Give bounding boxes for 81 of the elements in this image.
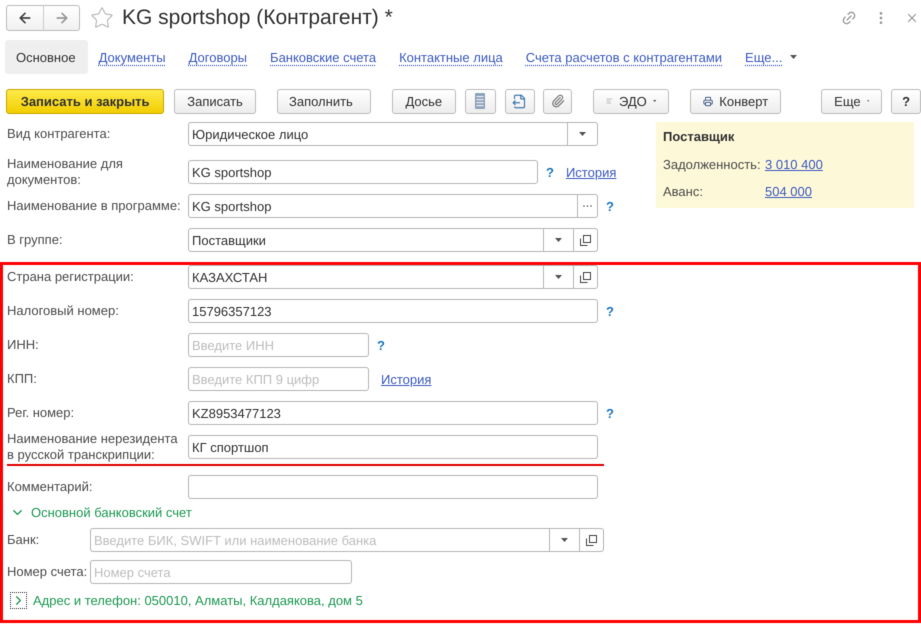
help-link[interactable]: ? xyxy=(546,164,554,180)
tab[interactable]: Банковские счета xyxy=(259,40,388,74)
caret-icon xyxy=(579,132,586,136)
open-button[interactable] xyxy=(574,265,598,289)
input-field[interactable]: Введите ИНН xyxy=(188,333,369,357)
help-button[interactable]: ? xyxy=(891,88,921,114)
field-label: Комментарий: xyxy=(7,479,94,495)
input-field[interactable]: Поставщики xyxy=(188,228,544,252)
amount-link[interactable]: 504 000 xyxy=(765,184,812,199)
field-label: Наименование в программе: xyxy=(7,198,182,214)
field-label: Страна регистрации: xyxy=(7,269,135,285)
star-icon[interactable] xyxy=(90,6,114,30)
field-label: ИНН: xyxy=(7,337,40,353)
section-toggle[interactable]: Адрес и телефон: 050010, Алматы, Калдаякова, дом 5 xyxy=(7,592,363,609)
choice-button[interactable] xyxy=(578,194,598,218)
input-field[interactable]: Введите КПП 9 цифр xyxy=(188,367,369,391)
field-label: Банк: xyxy=(7,532,40,548)
more-button[interactable]: Еще xyxy=(821,88,882,114)
open-button[interactable] xyxy=(580,528,604,552)
amount-link[interactable]: 3 010 400 xyxy=(765,157,823,172)
tab[interactable]: Договоры xyxy=(178,40,260,74)
tab[interactable]: Счета расчетов с контрагентами xyxy=(514,40,734,74)
history-link[interactable]: История xyxy=(566,164,616,180)
open-button[interactable] xyxy=(574,228,598,252)
paperclip-icon xyxy=(550,94,565,108)
tab[interactable]: Основное xyxy=(5,40,88,74)
input-field[interactable]: Введите БИК, SWIFT или наименование банка xyxy=(90,528,550,552)
caret-icon xyxy=(555,275,562,279)
field-label: Рег. номер: xyxy=(7,405,76,421)
fill-button[interactable]: Заполнить xyxy=(276,88,371,114)
open-window-icon xyxy=(580,234,591,246)
dossier-button[interactable]: Досье xyxy=(392,88,456,114)
help-link[interactable]: ? xyxy=(606,406,614,420)
field-label: КПП: xyxy=(7,371,38,387)
section-toggle[interactable]: Основной банковский счет xyxy=(7,505,192,520)
input-field[interactable]: Юридическое лицо xyxy=(188,122,568,146)
open-window-icon xyxy=(586,534,597,546)
tab[interactable]: Контактные лица xyxy=(388,40,515,74)
help-link[interactable]: ? xyxy=(606,198,614,214)
field-label: Налоговый номер: xyxy=(7,303,120,319)
save-close-button[interactable]: Записать и закрыть xyxy=(6,88,164,114)
open-window-icon xyxy=(580,272,591,282)
caret-icon xyxy=(790,55,798,59)
history-link[interactable]: История xyxy=(381,372,432,386)
panel-label: Задолженность: xyxy=(663,157,762,172)
field-label: Наименование нерезидента в русской транскрипции: xyxy=(7,431,179,463)
field-label: Наименование для документов: xyxy=(7,156,124,188)
input-field[interactable]: KG sportshop xyxy=(188,160,538,184)
file-export-icon xyxy=(512,94,528,108)
help-link[interactable]: ? xyxy=(606,304,614,318)
panel-title: Поставщик xyxy=(663,129,736,145)
attach-button[interactable] xyxy=(543,88,572,114)
envelope-button[interactable]: Конверт xyxy=(690,88,782,114)
caret-icon xyxy=(561,538,568,542)
dropdown-button[interactable] xyxy=(568,122,598,146)
caret-icon xyxy=(866,99,870,103)
input-field[interactable]: КАЗАХСТАН xyxy=(188,265,544,289)
input-field[interactable]: Номер счета xyxy=(90,560,352,584)
tab[interactable]: Документы xyxy=(88,40,178,74)
edo-button[interactable]: ЭДО xyxy=(593,88,670,114)
list-icon xyxy=(475,93,486,109)
list-button[interactable] xyxy=(464,88,496,114)
more-tab[interactable]: Еще... xyxy=(734,40,810,74)
caret-icon xyxy=(555,238,562,242)
link-icon[interactable] xyxy=(841,10,857,26)
help-link[interactable]: ? xyxy=(377,338,385,352)
input-field[interactable]: KG sportshop xyxy=(188,194,578,218)
save-button[interactable]: Записать xyxy=(174,88,256,114)
close-icon[interactable] xyxy=(905,11,919,25)
field-label: Номер счета: xyxy=(7,564,88,580)
input-field[interactable] xyxy=(188,475,598,499)
export-button[interactable] xyxy=(504,88,536,114)
input-field[interactable]: 15796357123 xyxy=(188,299,598,323)
input-field[interactable]: KZ8953477123 xyxy=(188,401,598,425)
field-label: В группе: xyxy=(7,232,64,248)
arrow-right-icon xyxy=(54,10,70,26)
window-title: KG sportshop (Контрагент) * xyxy=(122,6,393,30)
panel-label: Аванс: xyxy=(663,184,704,199)
input-field[interactable]: КГ спортшоп xyxy=(188,435,598,459)
caret-icon xyxy=(652,99,656,103)
field-label: Вид контрагента: xyxy=(7,126,112,142)
